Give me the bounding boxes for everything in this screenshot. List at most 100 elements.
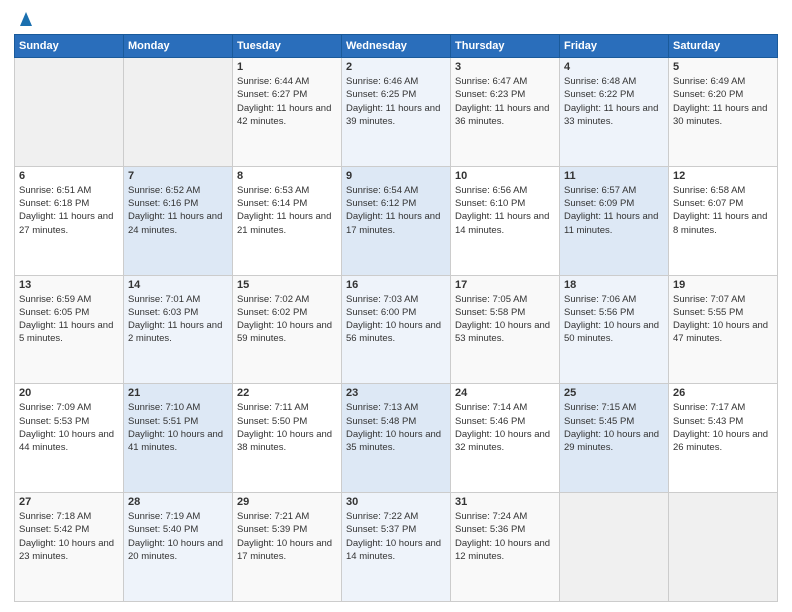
- sunrise-text: Sunrise: 7:22 AM: [346, 510, 446, 523]
- sunset-text: Sunset: 6:16 PM: [128, 197, 228, 210]
- cell-w3-d4: 16Sunrise: 7:03 AMSunset: 6:00 PMDayligh…: [342, 275, 451, 384]
- day-info: Sunrise: 7:07 AMSunset: 5:55 PMDaylight:…: [673, 293, 773, 346]
- cell-w4-d2: 21 Sunrise: 7:10 AMSunset: 5:51 PMDayligh…: [124, 384, 233, 493]
- day-number: 1: [237, 61, 337, 73]
- cell-w3-d1: 13Sunrise: 6:59 AMSunset: 6:05 PMDayligh…: [15, 275, 124, 384]
- cell-w4-d5: 24Sunrise: 7:14 AMSunset: 5:46 PMDayligh…: [451, 384, 560, 493]
- daylight-text: Daylight: 10 hours and 38 minutes.: [237, 428, 337, 455]
- header-thursday: Thursday: [451, 35, 560, 58]
- day-info: Sunrise: 6:46 AMSunset: 6:25 PMDaylight:…: [346, 75, 446, 128]
- sunset-text: Sunset: 6:10 PM: [455, 197, 555, 210]
- sunrise-text: Sunrise: 6:44 AM: [237, 75, 337, 88]
- header-monday: Monday: [124, 35, 233, 58]
- day-number: 28: [128, 496, 228, 508]
- daylight-text: Daylight: 10 hours and 26 minutes.: [673, 428, 773, 455]
- cell-w5-d2: 28Sunrise: 7:19 AMSunset: 5:40 PMDayligh…: [124, 493, 233, 602]
- cell-w4-d1: 20 Sunrise: 7:09 AMSunset: 5:53 PMDayligh…: [15, 384, 124, 493]
- cell-w5-d1: 27 Sunrise: 7:18 AMSunset: 5:42 PMDayligh…: [15, 493, 124, 602]
- day-info: Sunrise: 6:48 AMSunset: 6:22 PMDaylight:…: [564, 75, 664, 128]
- day-info: Sunrise: 7:18 AMSunset: 5:42 PMDaylight:…: [19, 510, 119, 563]
- daylight-text: Daylight: 10 hours and 23 minutes.: [19, 537, 119, 564]
- day-number: 20: [19, 387, 119, 399]
- daylight-text: Daylight: 10 hours and 41 minutes.: [128, 428, 228, 455]
- cell-w5-d4: 30 Sunrise: 7:22 AMSunset: 5:37 PMDayligh…: [342, 493, 451, 602]
- day-number: 17: [455, 279, 555, 291]
- sunset-text: Sunset: 6:03 PM: [128, 306, 228, 319]
- daylight-text: Daylight: 10 hours and 17 minutes.: [237, 537, 337, 564]
- sunset-text: Sunset: 5:53 PM: [19, 415, 119, 428]
- day-info: Sunrise: 6:54 AMSunset: 6:12 PMDaylight:…: [346, 184, 446, 237]
- header: [14, 10, 778, 26]
- day-number: 19: [673, 279, 773, 291]
- cell-w3-d7: 19 Sunrise: 7:07 AMSunset: 5:55 PMDayligh…: [669, 275, 778, 384]
- header-row: SundayMondayTuesdayWednesdayThursdayFrid…: [15, 35, 778, 58]
- sunset-text: Sunset: 5:43 PM: [673, 415, 773, 428]
- cell-w2-d1: 6Sunrise: 6:51 AMSunset: 6:18 PMDaylight…: [15, 166, 124, 275]
- cell-w2-d5: 10Sunrise: 6:56 AMSunset: 6:10 PMDayligh…: [451, 166, 560, 275]
- sunset-text: Sunset: 5:40 PM: [128, 523, 228, 536]
- sunset-text: Sunset: 5:58 PM: [455, 306, 555, 319]
- day-info: Sunrise: 7:22 AMSunset: 5:37 PMDaylight:…: [346, 510, 446, 563]
- sunset-text: Sunset: 6:23 PM: [455, 88, 555, 101]
- week-row-4: 20 Sunrise: 7:09 AMSunset: 5:53 PMDayligh…: [15, 384, 778, 493]
- cell-w5-d5: 31Sunrise: 7:24 AMSunset: 5:36 PMDayligh…: [451, 493, 560, 602]
- day-info: Sunrise: 7:10 AMSunset: 5:51 PMDaylight:…: [128, 401, 228, 454]
- cell-w4-d4: 23Sunrise: 7:13 AMSunset: 5:48 PMDayligh…: [342, 384, 451, 493]
- cell-w1-d3: 1 Sunrise: 6:44 AMSunset: 6:27 PMDaylight…: [233, 58, 342, 167]
- sunset-text: Sunset: 5:46 PM: [455, 415, 555, 428]
- sunset-text: Sunset: 6:05 PM: [19, 306, 119, 319]
- cell-w3-d5: 17Sunrise: 7:05 AMSunset: 5:58 PMDayligh…: [451, 275, 560, 384]
- header-saturday: Saturday: [669, 35, 778, 58]
- daylight-text: Daylight: 10 hours and 53 minutes.: [455, 319, 555, 346]
- sunrise-text: Sunrise: 7:15 AM: [564, 401, 664, 414]
- day-info: Sunrise: 7:02 AMSunset: 6:02 PMDaylight:…: [237, 293, 337, 346]
- sunset-text: Sunset: 5:45 PM: [564, 415, 664, 428]
- calendar-table: SundayMondayTuesdayWednesdayThursdayFrid…: [14, 34, 778, 602]
- sunset-text: Sunset: 5:51 PM: [128, 415, 228, 428]
- logo-triangle-icon: [15, 8, 37, 30]
- sunrise-text: Sunrise: 7:19 AM: [128, 510, 228, 523]
- day-info: Sunrise: 7:11 AMSunset: 5:50 PMDaylight:…: [237, 401, 337, 454]
- sunrise-text: Sunrise: 6:46 AM: [346, 75, 446, 88]
- daylight-text: Daylight: 11 hours and 36 minutes.: [455, 102, 555, 129]
- sunset-text: Sunset: 5:39 PM: [237, 523, 337, 536]
- sunrise-text: Sunrise: 6:51 AM: [19, 184, 119, 197]
- day-info: Sunrise: 6:44 AMSunset: 6:27 PMDaylight:…: [237, 75, 337, 128]
- header-sunday: Sunday: [15, 35, 124, 58]
- sunrise-text: Sunrise: 7:03 AM: [346, 293, 446, 306]
- sunset-text: Sunset: 6:00 PM: [346, 306, 446, 319]
- day-info: Sunrise: 6:47 AMSunset: 6:23 PMDaylight:…: [455, 75, 555, 128]
- day-number: 22: [237, 387, 337, 399]
- sunrise-text: Sunrise: 6:59 AM: [19, 293, 119, 306]
- sunset-text: Sunset: 5:37 PM: [346, 523, 446, 536]
- day-info: Sunrise: 7:15 AMSunset: 5:45 PMDaylight:…: [564, 401, 664, 454]
- day-info: Sunrise: 7:17 AMSunset: 5:43 PMDaylight:…: [673, 401, 773, 454]
- daylight-text: Daylight: 11 hours and 24 minutes.: [128, 210, 228, 237]
- sunset-text: Sunset: 6:14 PM: [237, 197, 337, 210]
- calendar: SundayMondayTuesdayWednesdayThursdayFrid…: [14, 34, 778, 602]
- day-number: 14: [128, 279, 228, 291]
- sunset-text: Sunset: 6:22 PM: [564, 88, 664, 101]
- day-info: Sunrise: 7:09 AMSunset: 5:53 PMDaylight:…: [19, 401, 119, 454]
- daylight-text: Daylight: 11 hours and 39 minutes.: [346, 102, 446, 129]
- day-number: 30: [346, 496, 446, 508]
- header-friday: Friday: [560, 35, 669, 58]
- cell-w2-d6: 11Sunrise: 6:57 AMSunset: 6:09 PMDayligh…: [560, 166, 669, 275]
- sunrise-text: Sunrise: 7:14 AM: [455, 401, 555, 414]
- day-number: 21: [128, 387, 228, 399]
- day-info: Sunrise: 7:03 AMSunset: 6:00 PMDaylight:…: [346, 293, 446, 346]
- cell-w4-d3: 22 Sunrise: 7:11 AMSunset: 5:50 PMDayligh…: [233, 384, 342, 493]
- daylight-text: Daylight: 10 hours and 47 minutes.: [673, 319, 773, 346]
- week-row-2: 6Sunrise: 6:51 AMSunset: 6:18 PMDaylight…: [15, 166, 778, 275]
- day-number: 2: [346, 61, 446, 73]
- cell-w4-d6: 25Sunrise: 7:15 AMSunset: 5:45 PMDayligh…: [560, 384, 669, 493]
- cell-w5-d3: 29Sunrise: 7:21 AMSunset: 5:39 PMDayligh…: [233, 493, 342, 602]
- sunrise-text: Sunrise: 6:47 AM: [455, 75, 555, 88]
- cell-w2-d4: 9Sunrise: 6:54 AMSunset: 6:12 PMDaylight…: [342, 166, 451, 275]
- day-number: 27: [19, 496, 119, 508]
- header-wednesday: Wednesday: [342, 35, 451, 58]
- day-number: 10: [455, 170, 555, 182]
- day-number: 23: [346, 387, 446, 399]
- sunset-text: Sunset: 6:27 PM: [237, 88, 337, 101]
- sunrise-text: Sunrise: 6:52 AM: [128, 184, 228, 197]
